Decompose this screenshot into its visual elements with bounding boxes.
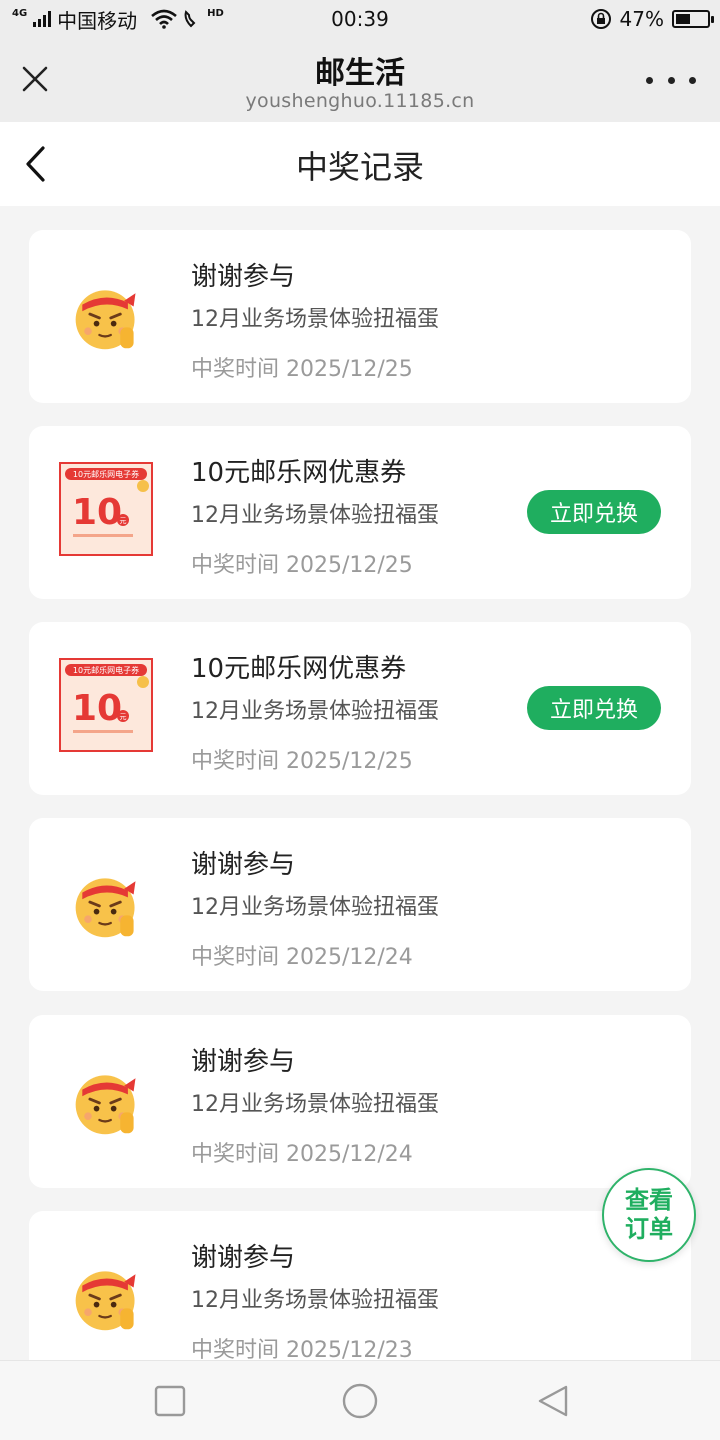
- home-button[interactable]: [338, 1379, 382, 1423]
- redeem-button[interactable]: 立即兑换: [527, 686, 661, 730]
- record-time: 中奖时间 2025/12/23: [191, 1338, 413, 1360]
- coupon-icon: 10元邮乐网电子券 10 元: [59, 462, 153, 556]
- more-dot-icon: [689, 76, 696, 84]
- circle-icon: [342, 1383, 378, 1419]
- record-card: 谢谢参与 12月业务场景体验扭福蛋 中奖时间 2025/12/24: [29, 1015, 691, 1188]
- battery-percent: 47%: [619, 7, 664, 31]
- clock: 00:39: [331, 7, 389, 31]
- record-time: 中奖时间 2025/12/25: [191, 553, 413, 578]
- view-orders-label-line1: 查看: [625, 1186, 673, 1214]
- square-icon: [154, 1385, 186, 1417]
- record-title: 谢谢参与: [191, 262, 296, 292]
- record-time: 中奖时间 2025/12/25: [191, 749, 413, 774]
- page-title: 中奖记录: [295, 148, 424, 186]
- system-nav-bar: [0, 1360, 720, 1440]
- record-activity: 12月业务场景体验扭福蛋: [191, 1288, 439, 1313]
- record-title: 谢谢参与: [191, 1047, 296, 1077]
- mascot-icon: [75, 1271, 136, 1331]
- rotation-lock-icon: [590, 9, 611, 29]
- hd-call-icon: [184, 10, 196, 28]
- coupon-icon: 10元邮乐网电子券 10 元: [59, 658, 153, 752]
- record-title: 谢谢参与: [191, 850, 296, 880]
- battery-level: [676, 14, 691, 24]
- record-time: 中奖时间 2025/12/24: [191, 1142, 413, 1167]
- coupon-header: 10元邮乐网电子券: [73, 469, 139, 479]
- browser-url: youshenghuo.11185.cn: [245, 90, 475, 112]
- coupon-unit: 元: [120, 713, 127, 721]
- wifi-icon: [151, 9, 178, 29]
- browser-title: 邮生活: [315, 56, 405, 91]
- record-title: 10元邮乐网优惠券: [191, 654, 407, 684]
- record-card: 谢谢参与 12月业务场景体验扭福蛋 中奖时间 2025/12/23: [29, 1211, 691, 1360]
- recents-button[interactable]: [148, 1379, 192, 1423]
- record-activity: 12月业务场景体验扭福蛋: [191, 699, 439, 724]
- more-button[interactable]: [646, 68, 696, 92]
- record-card: 10元邮乐网电子券 10 元 10元邮乐网优惠券 12月业务场景体验扭福蛋 中奖…: [29, 622, 691, 795]
- mascot-icon: [75, 878, 136, 938]
- record-time: 中奖时间 2025/12/24: [191, 945, 413, 970]
- mascot-icon: [75, 290, 136, 350]
- battery-icon: [672, 10, 714, 28]
- more-dot-icon: [646, 76, 653, 84]
- record-card: 谢谢参与 12月业务场景体验扭福蛋 中奖时间 2025/12/24: [29, 818, 691, 991]
- record-activity: 12月业务场景体验扭福蛋: [191, 1092, 439, 1117]
- record-title: 10元邮乐网优惠券: [191, 458, 407, 488]
- view-orders-label-line2: 订单: [625, 1215, 673, 1243]
- page-header: 中奖记录: [0, 122, 720, 206]
- record-activity: 12月业务场景体验扭福蛋: [191, 307, 439, 332]
- triangle-back-icon: [538, 1385, 568, 1417]
- record-time: 中奖时间 2025/12/25: [191, 357, 413, 382]
- back-nav-button[interactable]: [530, 1379, 574, 1423]
- more-dot-icon: [667, 76, 675, 84]
- record-title: 谢谢参与: [191, 1243, 296, 1273]
- redeem-button[interactable]: 立即兑换: [527, 490, 661, 534]
- carrier-name: 中国移动: [57, 8, 138, 33]
- record-list[interactable]: 谢谢参与 12月业务场景体验扭福蛋 中奖时间 2025/12/25 10元邮乐网…: [29, 230, 691, 1360]
- hd-label: HD: [207, 7, 224, 19]
- coupon-unit: 元: [120, 517, 127, 525]
- coupon-amount: 10: [72, 492, 122, 533]
- status-bar: 4G 中国移动 HD 00:39 47%: [0, 0, 720, 38]
- record-activity: 12月业务场景体验扭福蛋: [191, 503, 439, 528]
- coupon-amount: 10: [72, 688, 122, 729]
- record-card: 谢谢参与 12月业务场景体验扭福蛋 中奖时间 2025/12/25: [29, 230, 691, 403]
- record-activity: 12月业务场景体验扭福蛋: [191, 895, 439, 920]
- signal-icon: [33, 11, 52, 27]
- network-type: 4G: [12, 7, 28, 19]
- view-orders-button[interactable]: 查看 订单: [602, 1168, 696, 1262]
- browser-header: 邮生活 youshenghuo.11185.cn: [0, 38, 720, 122]
- coupon-header: 10元邮乐网电子券: [73, 665, 139, 675]
- mascot-icon: [75, 1075, 136, 1135]
- record-card: 10元邮乐网电子券 10 元 10元邮乐网优惠券 12月业务场景体验扭福蛋 中奖…: [29, 426, 691, 599]
